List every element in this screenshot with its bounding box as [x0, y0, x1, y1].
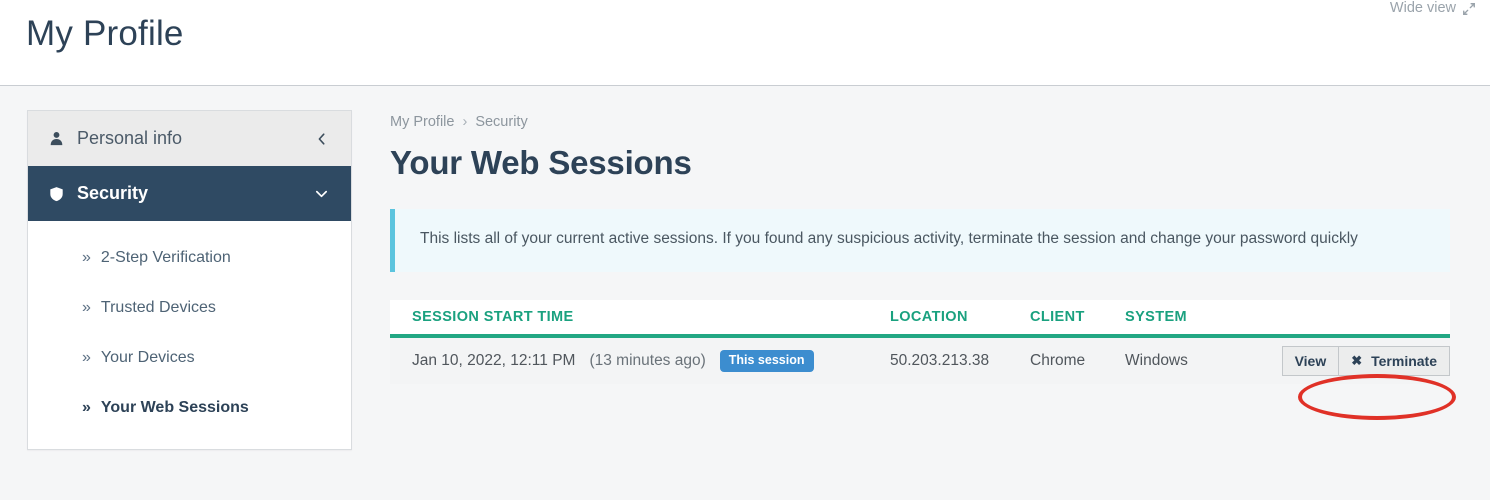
column-header-client: CLIENT — [1030, 308, 1085, 325]
double-chevron-icon: » — [82, 299, 91, 316]
breadcrumb: My Profile › Security — [390, 114, 1460, 130]
column-header-location: LOCATION — [890, 308, 968, 325]
cell-actions: View ✖ Terminate — [1250, 345, 1450, 376]
double-chevron-icon: » — [82, 349, 91, 366]
session-start-time: Jan 10, 2022, 12:11 PM — [412, 351, 576, 369]
session-relative-time: (13 minutes ago) — [589, 351, 706, 369]
breadcrumb-root[interactable]: My Profile — [390, 114, 454, 130]
status-badge: This session — [719, 350, 814, 372]
breadcrumb-separator: › — [462, 114, 468, 130]
sidebar-item-label: Personal info — [77, 128, 183, 148]
sidebar-subitem-label: Trusted Devices — [100, 299, 216, 316]
view-button[interactable]: View — [1281, 345, 1340, 376]
sidebar-subitem-label: Your Devices — [100, 349, 195, 366]
sidebar-subitem-label: 2-Step Verification — [100, 249, 231, 266]
double-chevron-icon: » — [82, 399, 91, 416]
content-area: Personal info Security » 2-Step Verifica… — [0, 86, 1490, 500]
chevron-down-icon[interactable] — [314, 186, 329, 201]
table-row: Jan 10, 2022, 12:11 PM (13 minutes ago) … — [390, 337, 1450, 384]
view-button-label: View — [1294, 352, 1327, 369]
main-panel: My Profile › Security Your Web Sessions … — [390, 86, 1460, 384]
cell-client: Chrome — [1030, 351, 1086, 369]
section-title: Your Web Sessions — [390, 144, 692, 181]
info-alert: This lists all of your current active se… — [390, 209, 1450, 272]
page-title: My Profile — [26, 14, 184, 53]
top-header-bar: My Profile Wide view — [0, 0, 1490, 86]
cell-system: Windows — [1125, 351, 1188, 369]
sidebar-item-trusted-devices[interactable]: » Trusted Devices — [28, 283, 351, 333]
expand-arrows-icon — [1462, 2, 1476, 16]
sidebar-item-personal-info[interactable]: Personal info — [28, 111, 351, 166]
sidebar-item-your-devices[interactable]: » Your Devices — [28, 333, 351, 383]
wide-view-toggle[interactable]: Wide view — [1390, 0, 1476, 16]
column-header-session-start-time: SESSION START TIME — [412, 308, 574, 325]
sidebar-subnav: » 2-Step Verification » Trusted Devices … — [28, 221, 351, 449]
sidebar-item-2-step-verification[interactable]: » 2-Step Verification — [28, 233, 351, 283]
shield-icon — [49, 186, 71, 202]
sessions-table: SESSION START TIME LOCATION CLIENT SYSTE… — [390, 299, 1450, 384]
sidebar-item-your-web-sessions[interactable]: » Your Web Sessions — [28, 383, 351, 433]
wide-view-label: Wide view — [1389, 0, 1456, 16]
sidebar-card: Personal info Security » 2-Step Verifica… — [27, 110, 352, 450]
terminate-button[interactable]: ✖ Terminate — [1338, 345, 1450, 376]
terminate-button-label: Terminate — [1371, 352, 1437, 369]
sidebar-subitem-label: Your Web Sessions — [100, 399, 249, 416]
row-action-button-group: View ✖ Terminate — [1281, 345, 1450, 376]
double-chevron-icon: » — [82, 249, 91, 266]
close-x-icon: ✖ — [1351, 353, 1363, 369]
sidebar-item-label: Security — [77, 183, 149, 203]
chevron-left-icon[interactable] — [315, 132, 329, 146]
user-icon — [49, 131, 71, 146]
cell-location: 50.203.213.38 — [890, 351, 990, 369]
cell-session-start-time: Jan 10, 2022, 12:11 PM (13 minutes ago) … — [390, 350, 890, 372]
breadcrumb-current[interactable]: Security — [475, 114, 527, 130]
column-header-system: SYSTEM — [1125, 308, 1188, 325]
sidebar-item-security[interactable]: Security — [28, 166, 351, 221]
table-header-row: SESSION START TIME LOCATION CLIENT SYSTE… — [390, 299, 1450, 338]
